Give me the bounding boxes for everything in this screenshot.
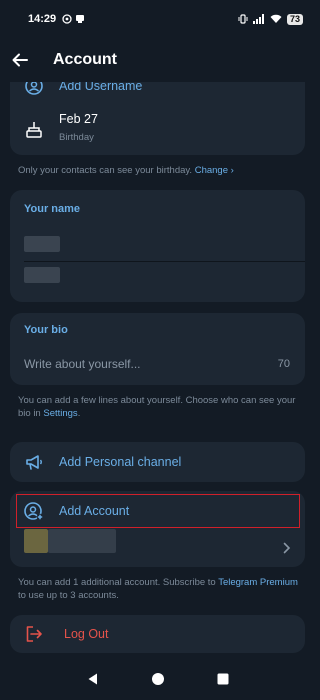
last-name-blurred	[24, 267, 60, 283]
bio-section-title: Your bio	[24, 324, 68, 336]
birthday-row[interactable]: Feb 27 Birthday	[24, 112, 98, 143]
nav-back-icon[interactable]	[86, 672, 100, 686]
notification-icon	[62, 14, 72, 24]
add-account-content: Add Account	[24, 501, 129, 521]
current-account-row[interactable]	[10, 529, 305, 567]
name-section-title: Your name	[24, 203, 81, 215]
add-account-row[interactable]: Add Account	[16, 494, 300, 528]
bio-hint-end: .	[77, 408, 81, 419]
personal-channel-label: Add Personal channel	[59, 455, 182, 469]
status-right: 73	[238, 13, 303, 25]
bio-card: Your bio Write about yourself... 70	[10, 313, 305, 385]
birthday-hint-text: Only your contacts can see your birthday…	[18, 165, 193, 176]
accounts-hint-end: to use up to 3 accounts.	[18, 590, 119, 601]
accounts-hint-text: You can add 1 additional account. Subscr…	[18, 577, 219, 588]
accounts-hint: You can add 1 additional account. Subscr…	[18, 576, 298, 602]
chevron-right-icon	[283, 542, 291, 554]
system-nav-bar	[0, 658, 315, 700]
personal-channel-row: Add Personal channel	[24, 452, 181, 472]
personal-channel-card[interactable]: Add Personal channel	[10, 442, 305, 482]
accounts-card: Add Account	[10, 491, 305, 567]
birthday-change-link[interactable]: Change ›	[195, 165, 234, 176]
logout-card[interactable]: Log Out	[10, 615, 305, 653]
bio-placeholder: Write about yourself...	[24, 357, 141, 371]
name-card: Your name	[10, 190, 305, 302]
add-account-icon	[24, 502, 44, 521]
vibrate-icon	[238, 14, 248, 24]
logout-label: Log Out	[64, 627, 109, 641]
last-name-field[interactable]	[10, 262, 305, 294]
bio-hint: You can add a few lines about yourself. …	[18, 394, 298, 420]
back-button[interactable]	[0, 38, 42, 82]
status-bar: 14:29 73	[0, 0, 315, 38]
nav-recents-icon[interactable]	[216, 672, 230, 686]
first-name-field[interactable]	[10, 228, 305, 260]
bio-counter: 70	[277, 358, 290, 370]
birthday-caption: Birthday	[59, 132, 94, 143]
first-name-blurred	[24, 236, 60, 252]
logout-icon	[26, 626, 42, 642]
birthday-cake-icon	[26, 121, 42, 138]
birthday-value: Feb 27	[59, 112, 98, 126]
status-time: 14:29	[28, 13, 57, 25]
account-name-blurred	[48, 529, 116, 553]
settings-link[interactable]: Settings	[43, 408, 77, 419]
signal-icon	[252, 14, 264, 24]
wifi-icon	[270, 14, 282, 23]
battery-indicator: 73	[286, 13, 303, 25]
page-title: Account	[53, 51, 117, 68]
add-account-label: Add Account	[59, 504, 130, 518]
nav-home-icon[interactable]	[151, 672, 165, 686]
telegram-premium-link[interactable]: Telegram Premium	[218, 577, 298, 588]
account-avatar-blurred	[24, 529, 48, 553]
birthday-hint: Only your contacts can see your birthday…	[18, 164, 298, 177]
bio-input[interactable]: Write about yourself... 70	[10, 349, 305, 379]
back-arrow-icon	[12, 53, 28, 67]
app-bar: Account	[0, 38, 315, 82]
app-notification-icon	[76, 15, 85, 23]
logout-row: Log Out	[24, 624, 108, 644]
megaphone-icon	[26, 455, 42, 470]
